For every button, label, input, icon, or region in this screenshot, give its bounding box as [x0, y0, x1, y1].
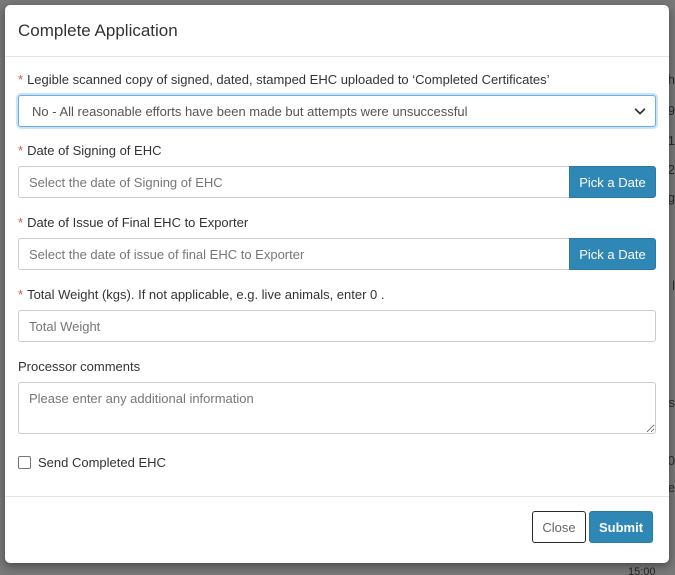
processor-comments-label: Processor comments — [18, 359, 141, 374]
modal-footer: Close Submit — [5, 496, 669, 563]
send-completed-checkbox[interactable] — [18, 455, 31, 469]
modal-body: * Legible scanned copy of signed, dated, … — [5, 57, 669, 471]
total-weight-label-text: Total Weight (kgs). If not applicable, e… — [27, 287, 385, 302]
date-issue-label: * Date of Issue of Final EHC to Exporter — [18, 214, 656, 232]
date-signing-input[interactable] — [18, 166, 569, 198]
submit-button[interactable]: Submit — [589, 511, 653, 543]
send-completed-label: Send Completed EHC — [38, 454, 166, 470]
date-issue-group: Pick a Date — [18, 238, 656, 270]
date-issue-input[interactable] — [18, 238, 569, 270]
background-text-fragment: s — [668, 395, 675, 410]
complete-application-modal: Complete Application * Legible scanned co… — [5, 5, 669, 563]
total-weight-input[interactable] — [18, 310, 656, 342]
chevron-down-icon — [634, 108, 646, 115]
close-button[interactable]: Close — [532, 511, 586, 543]
required-marker: * — [18, 143, 24, 158]
required-marker: * — [18, 287, 24, 302]
date-signing-label-text: Date of Signing of EHC — [27, 143, 162, 158]
send-completed-row: Send Completed EHC — [18, 453, 656, 471]
legible-copy-label: * Legible scanned copy of signed, dated, … — [18, 71, 656, 89]
legible-copy-label-text: Legible scanned copy of signed, dated, s… — [27, 72, 550, 87]
required-marker: * — [18, 72, 24, 87]
processor-comments-textarea[interactable] — [18, 382, 656, 434]
required-marker: * — [18, 215, 24, 230]
legible-copy-selected-value: No - All reasonable efforts have been ma… — [32, 103, 468, 119]
date-signing-pick-button[interactable]: Pick a Date — [569, 166, 656, 198]
date-signing-label: * Date of Signing of EHC — [18, 142, 656, 160]
modal-title: Complete Application — [18, 21, 178, 40]
legible-copy-select[interactable]: No - All reasonable efforts have been ma… — [18, 95, 656, 127]
background-time: 15:00 — [628, 566, 656, 575]
date-signing-group: Pick a Date — [18, 166, 656, 198]
total-weight-label: * Total Weight (kgs). If not applicable, … — [18, 286, 656, 304]
date-issue-pick-button[interactable]: Pick a Date — [569, 238, 656, 270]
date-issue-label-text: Date of Issue of Final EHC to Exporter — [27, 215, 249, 230]
modal-header: Complete Application — [5, 5, 669, 57]
